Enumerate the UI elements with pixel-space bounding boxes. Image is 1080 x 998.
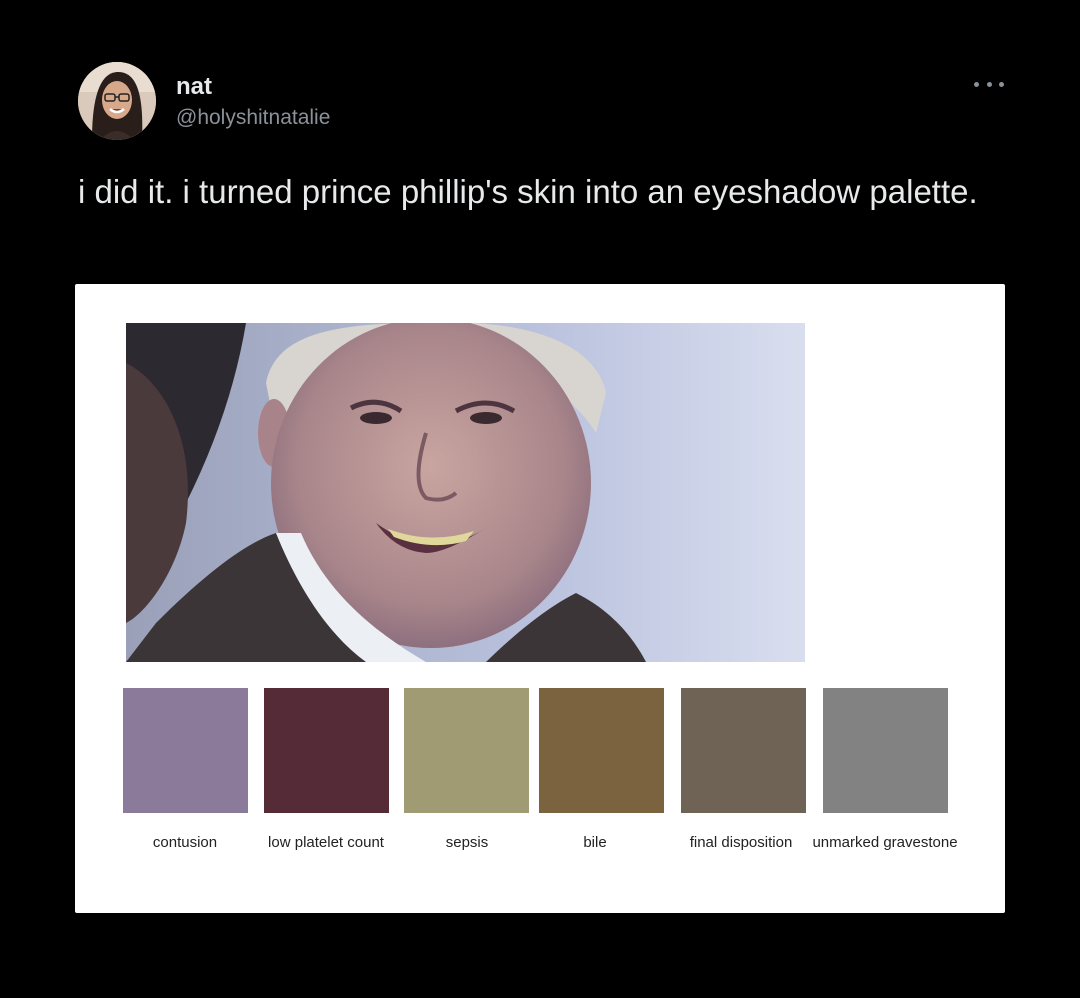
swatch-label: bile (583, 834, 607, 851)
dot (974, 81, 979, 87)
swatch-low-platelet-count (264, 688, 389, 813)
swatch-sepsis (404, 688, 529, 813)
tweet-text: i did it. i turned prince phillip's skin… (78, 173, 978, 210)
swatch-label: contusion (152, 834, 218, 851)
swatch-contusion (123, 688, 248, 813)
avatar[interactable] (78, 62, 156, 140)
display-name[interactable]: nat (176, 72, 212, 102)
swatch-label: final disposition (689, 834, 793, 851)
user-handle[interactable]: @holyshitnatalie (176, 104, 330, 132)
swatch-label: unmarked gravestone (812, 834, 958, 851)
swatch-bile (539, 688, 664, 813)
avatar-image (78, 62, 156, 140)
dot (999, 81, 1004, 87)
swatch-label: low platelet count (268, 834, 384, 851)
tweet-media[interactable]: contusion low platelet count sepsis bile… (75, 284, 1005, 913)
tweet-card: nat @holyshitnatalie i did it. i turned … (0, 0, 1080, 998)
portrait-photo (126, 323, 805, 662)
more-horizontal-icon[interactable] (974, 72, 1004, 96)
swatch-final-disposition (681, 688, 806, 813)
portrait-image (126, 323, 805, 662)
swatch-unmarked-gravestone (823, 688, 948, 813)
dot (986, 81, 992, 87)
